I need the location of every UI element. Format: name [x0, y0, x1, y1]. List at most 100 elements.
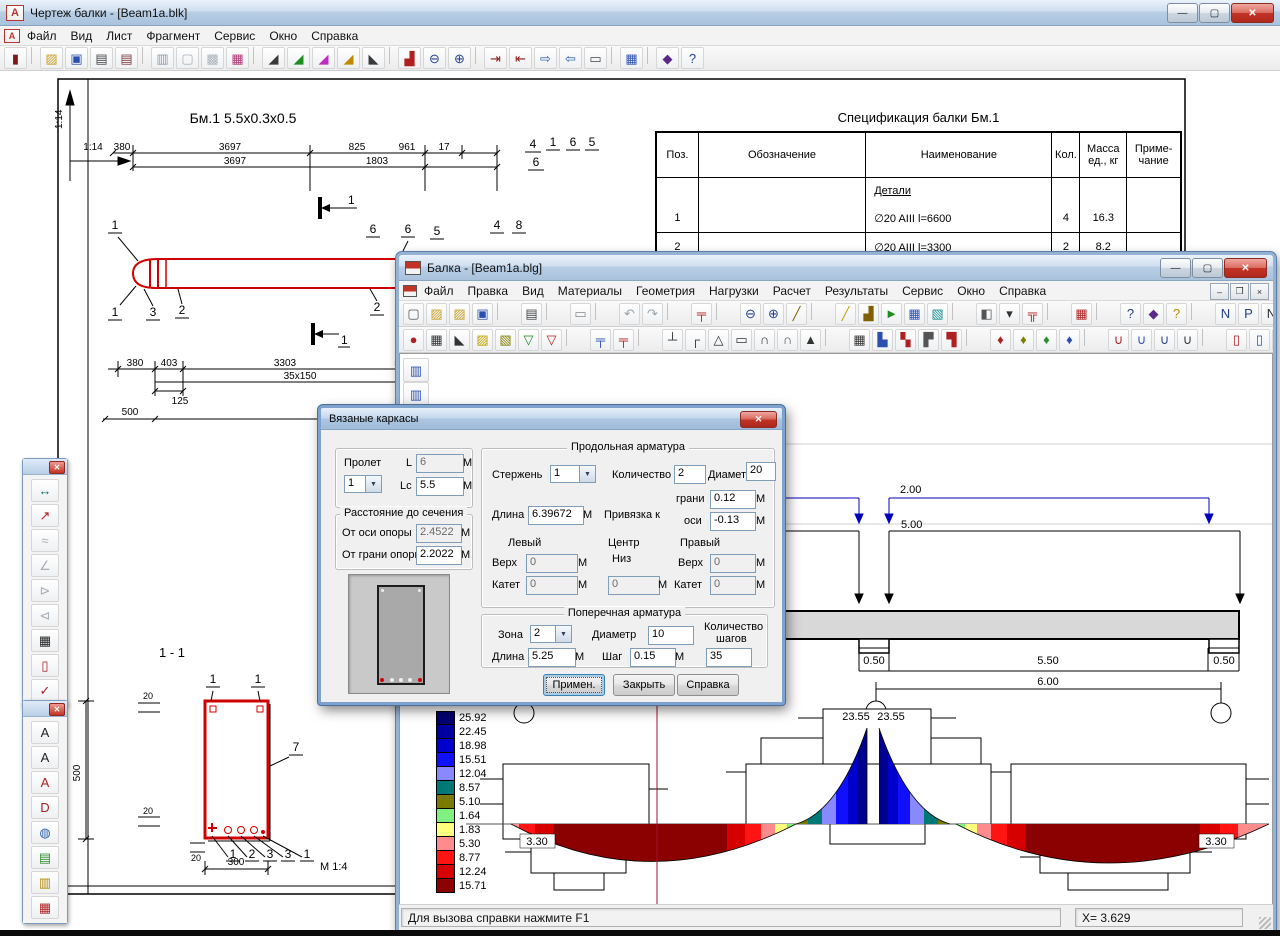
- angle-lines-icon[interactable]: ∠: [31, 554, 59, 577]
- print-fragment-icon[interactable]: ▤: [115, 47, 138, 69]
- delete-sheet-icon[interactable]: ▩: [201, 47, 224, 69]
- maximize-button[interactable]: ▢: [1199, 3, 1230, 23]
- rod-select[interactable]: 1▼: [550, 465, 596, 483]
- menu-item[interactable]: Окно: [950, 282, 992, 300]
- menu-item[interactable]: Вид: [515, 282, 551, 300]
- chevron-down-icon[interactable]: ▼: [555, 626, 571, 642]
- moment-green-icon[interactable]: ♦: [1036, 329, 1057, 351]
- dim-axes-icon[interactable]: ⇤: [509, 47, 532, 69]
- exit-icon[interactable]: ▮: [4, 47, 27, 69]
- stirrup-red-icon[interactable]: ▽: [541, 329, 562, 351]
- envelope-red-icon[interactable]: ∪: [1108, 329, 1129, 351]
- minimize-button[interactable]: —: [1160, 258, 1191, 278]
- menu-item[interactable]: Материалы: [551, 282, 629, 300]
- flags-icon[interactable]: ►: [881, 303, 902, 325]
- separator[interactable]: [667, 303, 687, 320]
- separator[interactable]: [546, 303, 566, 320]
- bridge-load4-icon[interactable]: ▜: [941, 329, 962, 351]
- new-icon[interactable]: ▢: [403, 303, 424, 325]
- separator[interactable]: [1047, 303, 1067, 320]
- load-100t-icon[interactable]: ●: [403, 329, 424, 351]
- print-icon[interactable]: ▤: [90, 47, 113, 69]
- chevron-down-icon[interactable]: ▼: [365, 476, 381, 492]
- temp-load-icon[interactable]: ▨: [472, 329, 493, 351]
- bridge-load3-icon[interactable]: ▛: [918, 329, 939, 351]
- section-3d-icon[interactable]: ◧: [976, 303, 997, 325]
- rebar-table-icon[interactable]: ▦: [1071, 303, 1092, 325]
- node-left-icon[interactable]: ⊳: [31, 579, 59, 602]
- chart-icon[interactable]: ▟: [398, 47, 421, 69]
- length-field[interactable]: 6.39672: [528, 506, 584, 525]
- all-elements-icon[interactable]: ▦: [620, 47, 643, 69]
- trans-diameter-field[interactable]: 10: [648, 626, 694, 645]
- paste-sheet-icon[interactable]: ▢: [176, 47, 199, 69]
- histogram-icon[interactable]: ▟: [858, 303, 879, 325]
- moment-olive-icon[interactable]: ♦: [1013, 329, 1034, 351]
- moment-red-icon[interactable]: ♦: [990, 329, 1011, 351]
- envelope-blue-icon[interactable]: ∪: [1131, 329, 1152, 351]
- separator[interactable]: [1096, 303, 1116, 320]
- copy-sheet-icon[interactable]: ▥: [151, 47, 174, 69]
- text-doc-icon[interactable]: A: [31, 721, 59, 744]
- separator[interactable]: [595, 303, 615, 320]
- zoom-in-icon[interactable]: ⊕: [448, 47, 471, 69]
- grid-icon[interactable]: ▦: [904, 303, 925, 325]
- stirrup-green-icon[interactable]: ▽: [518, 329, 539, 351]
- node-right-icon[interactable]: ⊲: [31, 604, 59, 627]
- separator[interactable]: [1191, 303, 1211, 320]
- context-help-icon[interactable]: ?: [1120, 303, 1141, 325]
- load-span-left-icon[interactable]: ▥: [403, 358, 429, 382]
- separator[interactable]: [566, 329, 586, 346]
- front-title-bar[interactable]: Балка - [Beam1a.blg] — ▢ ✕: [399, 255, 1273, 281]
- menu-item[interactable]: Сервис: [207, 27, 262, 45]
- zoom-in-icon[interactable]: ⊕: [763, 303, 784, 325]
- arch2-icon[interactable]: ∩: [777, 329, 798, 351]
- prev-sheet-icon[interactable]: ⇦: [559, 47, 582, 69]
- menu-item[interactable]: Справка: [304, 27, 365, 45]
- menu-item[interactable]: Файл: [417, 282, 461, 300]
- save-icon[interactable]: ▣: [65, 47, 88, 69]
- separator[interactable]: [253, 47, 258, 64]
- context-help-icon[interactable]: ?: [681, 47, 704, 69]
- text-style-icon[interactable]: A: [31, 746, 59, 769]
- help-book-icon[interactable]: ◆: [656, 47, 679, 69]
- dialog-title-bar[interactable]: Вязаные каркасы: [321, 408, 782, 430]
- separator[interactable]: [1084, 329, 1104, 346]
- close-icon[interactable]: ✕: [740, 411, 777, 428]
- result-p-icon[interactable]: P: [1238, 303, 1259, 325]
- separator[interactable]: [142, 47, 147, 64]
- separator[interactable]: [31, 47, 36, 64]
- separator[interactable]: [952, 303, 972, 320]
- undo-icon[interactable]: ↶: [619, 303, 640, 325]
- separator[interactable]: [647, 47, 652, 64]
- menu-item[interactable]: Результаты: [818, 282, 895, 300]
- tool-hammer-magenta-icon[interactable]: ◢: [312, 47, 335, 69]
- zone-select[interactable]: 2▼: [530, 625, 572, 643]
- separator[interactable]: [966, 329, 986, 346]
- envelope-navy-icon[interactable]: ∪: [1154, 329, 1175, 351]
- span-select[interactable]: 1▼: [344, 475, 382, 493]
- minimize-button[interactable]: —: [1167, 3, 1198, 23]
- tool-hammer-yellow-icon[interactable]: ◢: [337, 47, 360, 69]
- color-sheet-icon[interactable]: ▤: [31, 846, 59, 869]
- redo-icon[interactable]: ↷: [642, 303, 663, 325]
- zoom-out-icon[interactable]: ⊖: [423, 47, 446, 69]
- face-anchor-field[interactable]: 0.12: [710, 490, 756, 509]
- dropdown-arrow-icon[interactable]: ▾: [999, 303, 1020, 325]
- support-t2-icon[interactable]: ╤: [613, 329, 634, 351]
- tool-hammer-green-icon[interactable]: ◢: [287, 47, 310, 69]
- tbeam-icon[interactable]: ╦: [1022, 303, 1043, 325]
- arch-icon[interactable]: ∩: [754, 329, 775, 351]
- span-icon[interactable]: ▭: [731, 329, 752, 351]
- print-icon[interactable]: ▤: [521, 303, 542, 325]
- qty-field[interactable]: 2: [674, 465, 706, 484]
- pencil-icon[interactable]: ╱: [835, 303, 856, 325]
- diameter-field[interactable]: 20: [746, 462, 776, 481]
- separator[interactable]: [638, 329, 658, 346]
- close-button[interactable]: ✕: [1224, 258, 1267, 278]
- mdi-minimize-icon[interactable]: –: [1210, 283, 1229, 300]
- grid-table-icon[interactable]: ▦: [849, 329, 870, 351]
- chevron-down-icon[interactable]: ▼: [579, 466, 595, 482]
- result-n-icon[interactable]: N: [1215, 303, 1236, 325]
- leader-arrow-icon[interactable]: ↗: [31, 504, 59, 527]
